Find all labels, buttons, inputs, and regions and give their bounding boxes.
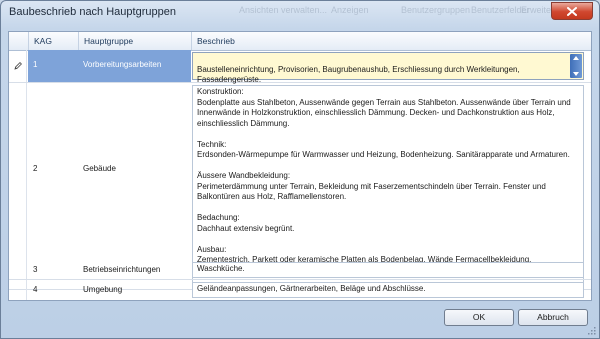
background-ghost-text: Ansichten verwalten... <box>239 5 328 15</box>
cell-hauptgruppe[interactable]: Gebäude <box>83 164 116 173</box>
grid-header: KAG Hauptgruppe Beschrieb <box>9 32 591 51</box>
cell-kag[interactable]: 2 <box>33 164 37 173</box>
pencil-edit-icon <box>14 62 22 70</box>
main-grid-panel: KAG Hauptgruppe Beschrieb 1 Vorbereitung… <box>8 31 592 301</box>
column-header-beschrieb[interactable]: Beschrieb <box>191 32 591 50</box>
scroll-down-icon[interactable] <box>573 72 579 76</box>
resize-grip-icon[interactable] <box>587 326 596 335</box>
background-ghost-text: Benutzergruppen <box>401 5 471 15</box>
cell-hauptgruppe[interactable]: Vorbereitungsarbeiten <box>83 60 161 69</box>
ok-button[interactable]: OK <box>444 309 514 326</box>
editor-scrollbar[interactable] <box>570 54 582 78</box>
title-bar[interactable]: Baubeschrieb nach Hauptgruppen Ansichten… <box>1 1 599 27</box>
cell-hauptgruppe[interactable]: Umgebung <box>83 285 122 294</box>
cell-kag[interactable]: 3 <box>33 265 37 274</box>
cell-beschrieb[interactable]: Geländeanpassungen, Gärtnerarbeiten, Bel… <box>192 282 584 298</box>
table-row[interactable]: 4 Umgebung Geländeanpassungen, Gärtnerar… <box>9 280 591 300</box>
window-title: Baubeschrieb nach Hauptgruppen <box>9 6 176 18</box>
cell-hauptgruppe[interactable]: Betriebseinrichtungen <box>83 265 160 274</box>
background-ghost-text: Anzeigen <box>331 5 369 15</box>
row-indicator <box>9 280 27 300</box>
row-indicator <box>9 260 27 279</box>
column-header-kag[interactable]: KAG <box>28 32 78 50</box>
scroll-up-icon[interactable] <box>573 56 579 60</box>
row-indicator <box>9 83 27 289</box>
beschrieb-editor[interactable]: Baustelleneinrichtung, Provisorien, Baug… <box>192 52 584 84</box>
dialog-window: Baubeschrieb nach Hauptgruppen Ansichten… <box>0 0 600 339</box>
cell-beschrieb[interactable]: Konstruktion: Bodenplatte aus Stahlbeton… <box>192 85 584 286</box>
cell-kag[interactable]: 1 <box>33 60 37 69</box>
cancel-button[interactable]: Abbruch <box>518 309 588 326</box>
cell-kag[interactable]: 4 <box>33 285 37 294</box>
table-row[interactable]: 3 Betriebseinrichtungen Waschküche. <box>9 260 591 280</box>
table-row[interactable]: 2 Gebäude Konstruktion: Bodenplatte aus … <box>9 83 591 290</box>
cell-beschrieb[interactable]: Waschküche. <box>192 262 584 278</box>
column-header-hauptgruppe[interactable]: Hauptgruppe <box>78 32 191 50</box>
selected-row-highlight: 1 Vorbereitungsarbeiten <box>28 50 191 82</box>
row-indicator <box>9 50 27 82</box>
cell-beschrieb-text: Baustelleneinrichtung, Provisorien, Baug… <box>197 64 520 85</box>
row-indicator-header <box>9 32 28 50</box>
table-row[interactable]: 1 Vorbereitungsarbeiten Baustelleneinric… <box>9 50 591 84</box>
close-button[interactable] <box>551 2 593 20</box>
close-icon <box>567 6 577 16</box>
